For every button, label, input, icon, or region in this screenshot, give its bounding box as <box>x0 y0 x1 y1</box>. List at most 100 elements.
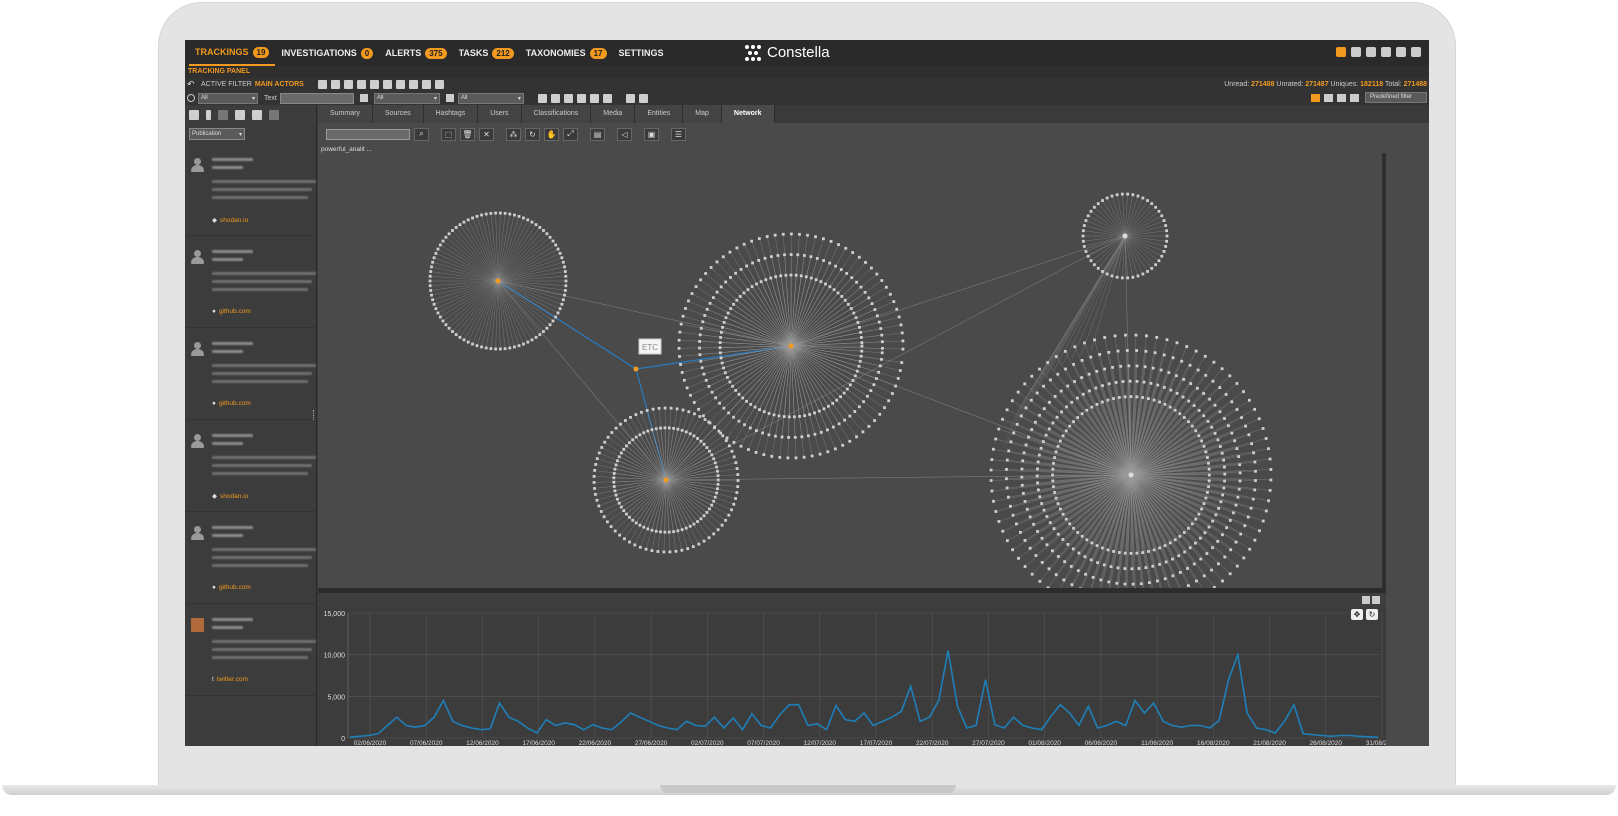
feed-item[interactable]: ◆ shodan.io <box>185 420 316 512</box>
close-icon[interactable]: ✕ <box>479 127 494 141</box>
cluster-5[interactable] <box>592 406 740 554</box>
image-icon[interactable]: ▣ <box>644 127 659 141</box>
delete-icon[interactable] <box>269 110 279 120</box>
tab-network[interactable]: Network <box>721 105 775 123</box>
funnel-icon[interactable] <box>434 80 444 89</box>
resize-icon[interactable]: ⤢ <box>563 127 578 141</box>
cluster-1[interactable] <box>428 211 568 351</box>
feed-source-link[interactable]: ● github.com <box>212 584 251 591</box>
rating-select[interactable]: All <box>457 92 524 104</box>
feed-item[interactable]: t twitter.com <box>185 604 316 696</box>
gear-icon[interactable] <box>330 80 340 89</box>
network-toolbar: ⌕ ⬚ 🗑 ✕ ⁂ ↻ ✋ ⤢ ▤ ◁ ▣ ☰ <box>322 127 686 141</box>
globe-icon[interactable] <box>1381 47 1391 57</box>
archive-icon[interactable] <box>218 110 228 120</box>
rotate-icon[interactable]: ↻ <box>525 127 540 141</box>
nav-item-taxonomies[interactable]: TAXONOMIES 17 <box>520 40 613 66</box>
list-icon[interactable] <box>317 80 327 89</box>
feed-item[interactable]: ● github.com <box>185 328 316 420</box>
back-arrow-icon[interactable]: ↶ <box>187 79 195 90</box>
tree-view-icon[interactable] <box>1350 94 1359 102</box>
clipboard-icon[interactable] <box>189 110 199 120</box>
network-graph[interactable]: ETC <box>318 153 1382 588</box>
cluster-4[interactable] <box>989 333 1273 588</box>
pan-hand-icon[interactable]: ✋ <box>544 127 559 141</box>
nav-item-settings[interactable]: SETTINGS <box>613 40 670 66</box>
tab-media[interactable]: Media <box>591 105 636 123</box>
redacted-text <box>212 196 308 199</box>
settings-icon[interactable] <box>252 110 262 120</box>
zoom-out-icon[interactable] <box>625 93 635 103</box>
binoculars-icon[interactable] <box>395 80 405 89</box>
feed-item[interactable]: ● github.com <box>185 236 316 328</box>
panel-resize-handle[interactable] <box>313 410 316 420</box>
list-view-icon[interactable] <box>1311 94 1320 102</box>
chart-image-icon[interactable] <box>1362 596 1370 604</box>
nav-item-investigations[interactable]: INVESTIGATIONS 0 <box>275 40 379 66</box>
logo[interactable]: Constella <box>745 44 830 61</box>
print-icon[interactable] <box>382 80 392 89</box>
help-icon[interactable] <box>1366 47 1376 57</box>
nav-item-alerts[interactable]: ALERTS 375 <box>379 40 452 66</box>
category-select[interactable]: All <box>373 92 440 104</box>
reset-zoom-icon[interactable]: ↻ <box>1366 609 1378 620</box>
stop-square-2-icon[interactable] <box>602 93 612 103</box>
users-icon[interactable] <box>1396 47 1406 57</box>
people-icon[interactable] <box>589 93 599 103</box>
scissors-icon[interactable] <box>356 80 366 89</box>
network-scrollbar[interactable] <box>1382 153 1386 588</box>
trash-icon[interactable]: 🗑 <box>460 127 475 141</box>
tab-entities[interactable]: Entities <box>635 105 684 123</box>
tag-icon[interactable] <box>343 80 353 89</box>
zoom-in-icon[interactable] <box>638 93 648 103</box>
date-select[interactable]: All <box>198 92 258 104</box>
tag-filter-icon[interactable]: ◁ <box>617 127 632 141</box>
cluster-3[interactable] <box>1081 192 1169 280</box>
hub-node[interactable] <box>633 366 639 372</box>
list-icon[interactable]: ☰ <box>671 127 686 141</box>
feed-source-link[interactable]: ● github.com <box>212 308 251 315</box>
card-view-icon[interactable] <box>1337 94 1346 102</box>
feed-source-link[interactable]: ● github.com <box>212 400 251 407</box>
select-area-icon[interactable]: ⬚ <box>441 127 456 141</box>
clipboard-icon[interactable] <box>408 80 418 89</box>
chevron-down-icon[interactable] <box>206 110 211 120</box>
feed-item[interactable]: ◆ shodan.io <box>185 144 316 236</box>
home-icon[interactable] <box>1351 47 1361 57</box>
grid-view-icon[interactable] <box>1324 94 1333 102</box>
share-icon[interactable] <box>563 93 573 103</box>
redacted-text <box>212 640 316 643</box>
chart-table-icon[interactable] <box>1372 596 1380 604</box>
layout-icon[interactable]: ⁂ <box>506 127 521 141</box>
power-icon[interactable] <box>1411 47 1421 57</box>
tab-sources[interactable]: Sources <box>372 105 424 123</box>
feed-source-link[interactable]: ◆ shodan.io <box>212 492 248 500</box>
tab-classifications[interactable]: Classifications <box>521 105 592 123</box>
feed-source-link[interactable]: ◆ shodan.io <box>212 216 248 224</box>
trash-icon[interactable] <box>369 80 379 89</box>
feed-source-link[interactable]: t twitter.com <box>212 676 248 683</box>
search-icon[interactable]: ⌕ <box>414 127 429 141</box>
network-search-input[interactable] <box>326 128 410 140</box>
tab-hashtags[interactable]: Hashtags <box>423 105 479 123</box>
mail-icon[interactable] <box>1336 47 1346 57</box>
refresh-icon[interactable] <box>235 110 245 120</box>
nav-item-tasks[interactable]: TASKS 212 <box>453 40 520 66</box>
tab-map[interactable]: Map <box>683 105 722 123</box>
redacted-text <box>212 618 253 621</box>
cluster-2[interactable] <box>677 232 905 460</box>
stop-square-icon[interactable] <box>576 93 586 103</box>
predefined-filter-select[interactable]: Predefined filter <box>1365 92 1427 103</box>
feed-item[interactable]: ● github.com <box>185 512 316 604</box>
nav-item-trackings[interactable]: TRACKINGS 19 <box>189 40 276 66</box>
move-icon[interactable]: ✥ <box>1351 609 1363 620</box>
copy-icon[interactable] <box>537 93 547 103</box>
text-filter-input[interactable] <box>279 92 354 104</box>
stop-icon[interactable] <box>550 93 560 103</box>
export-icon[interactable]: ▤ <box>590 127 605 141</box>
active-filter-value[interactable]: MAIN ACTORS <box>255 81 304 88</box>
tab-summary[interactable]: Summary <box>318 105 373 123</box>
chart-icon[interactable] <box>421 80 431 89</box>
tab-users[interactable]: Users <box>478 105 522 123</box>
publication-select[interactable]: Publication <box>189 128 245 140</box>
